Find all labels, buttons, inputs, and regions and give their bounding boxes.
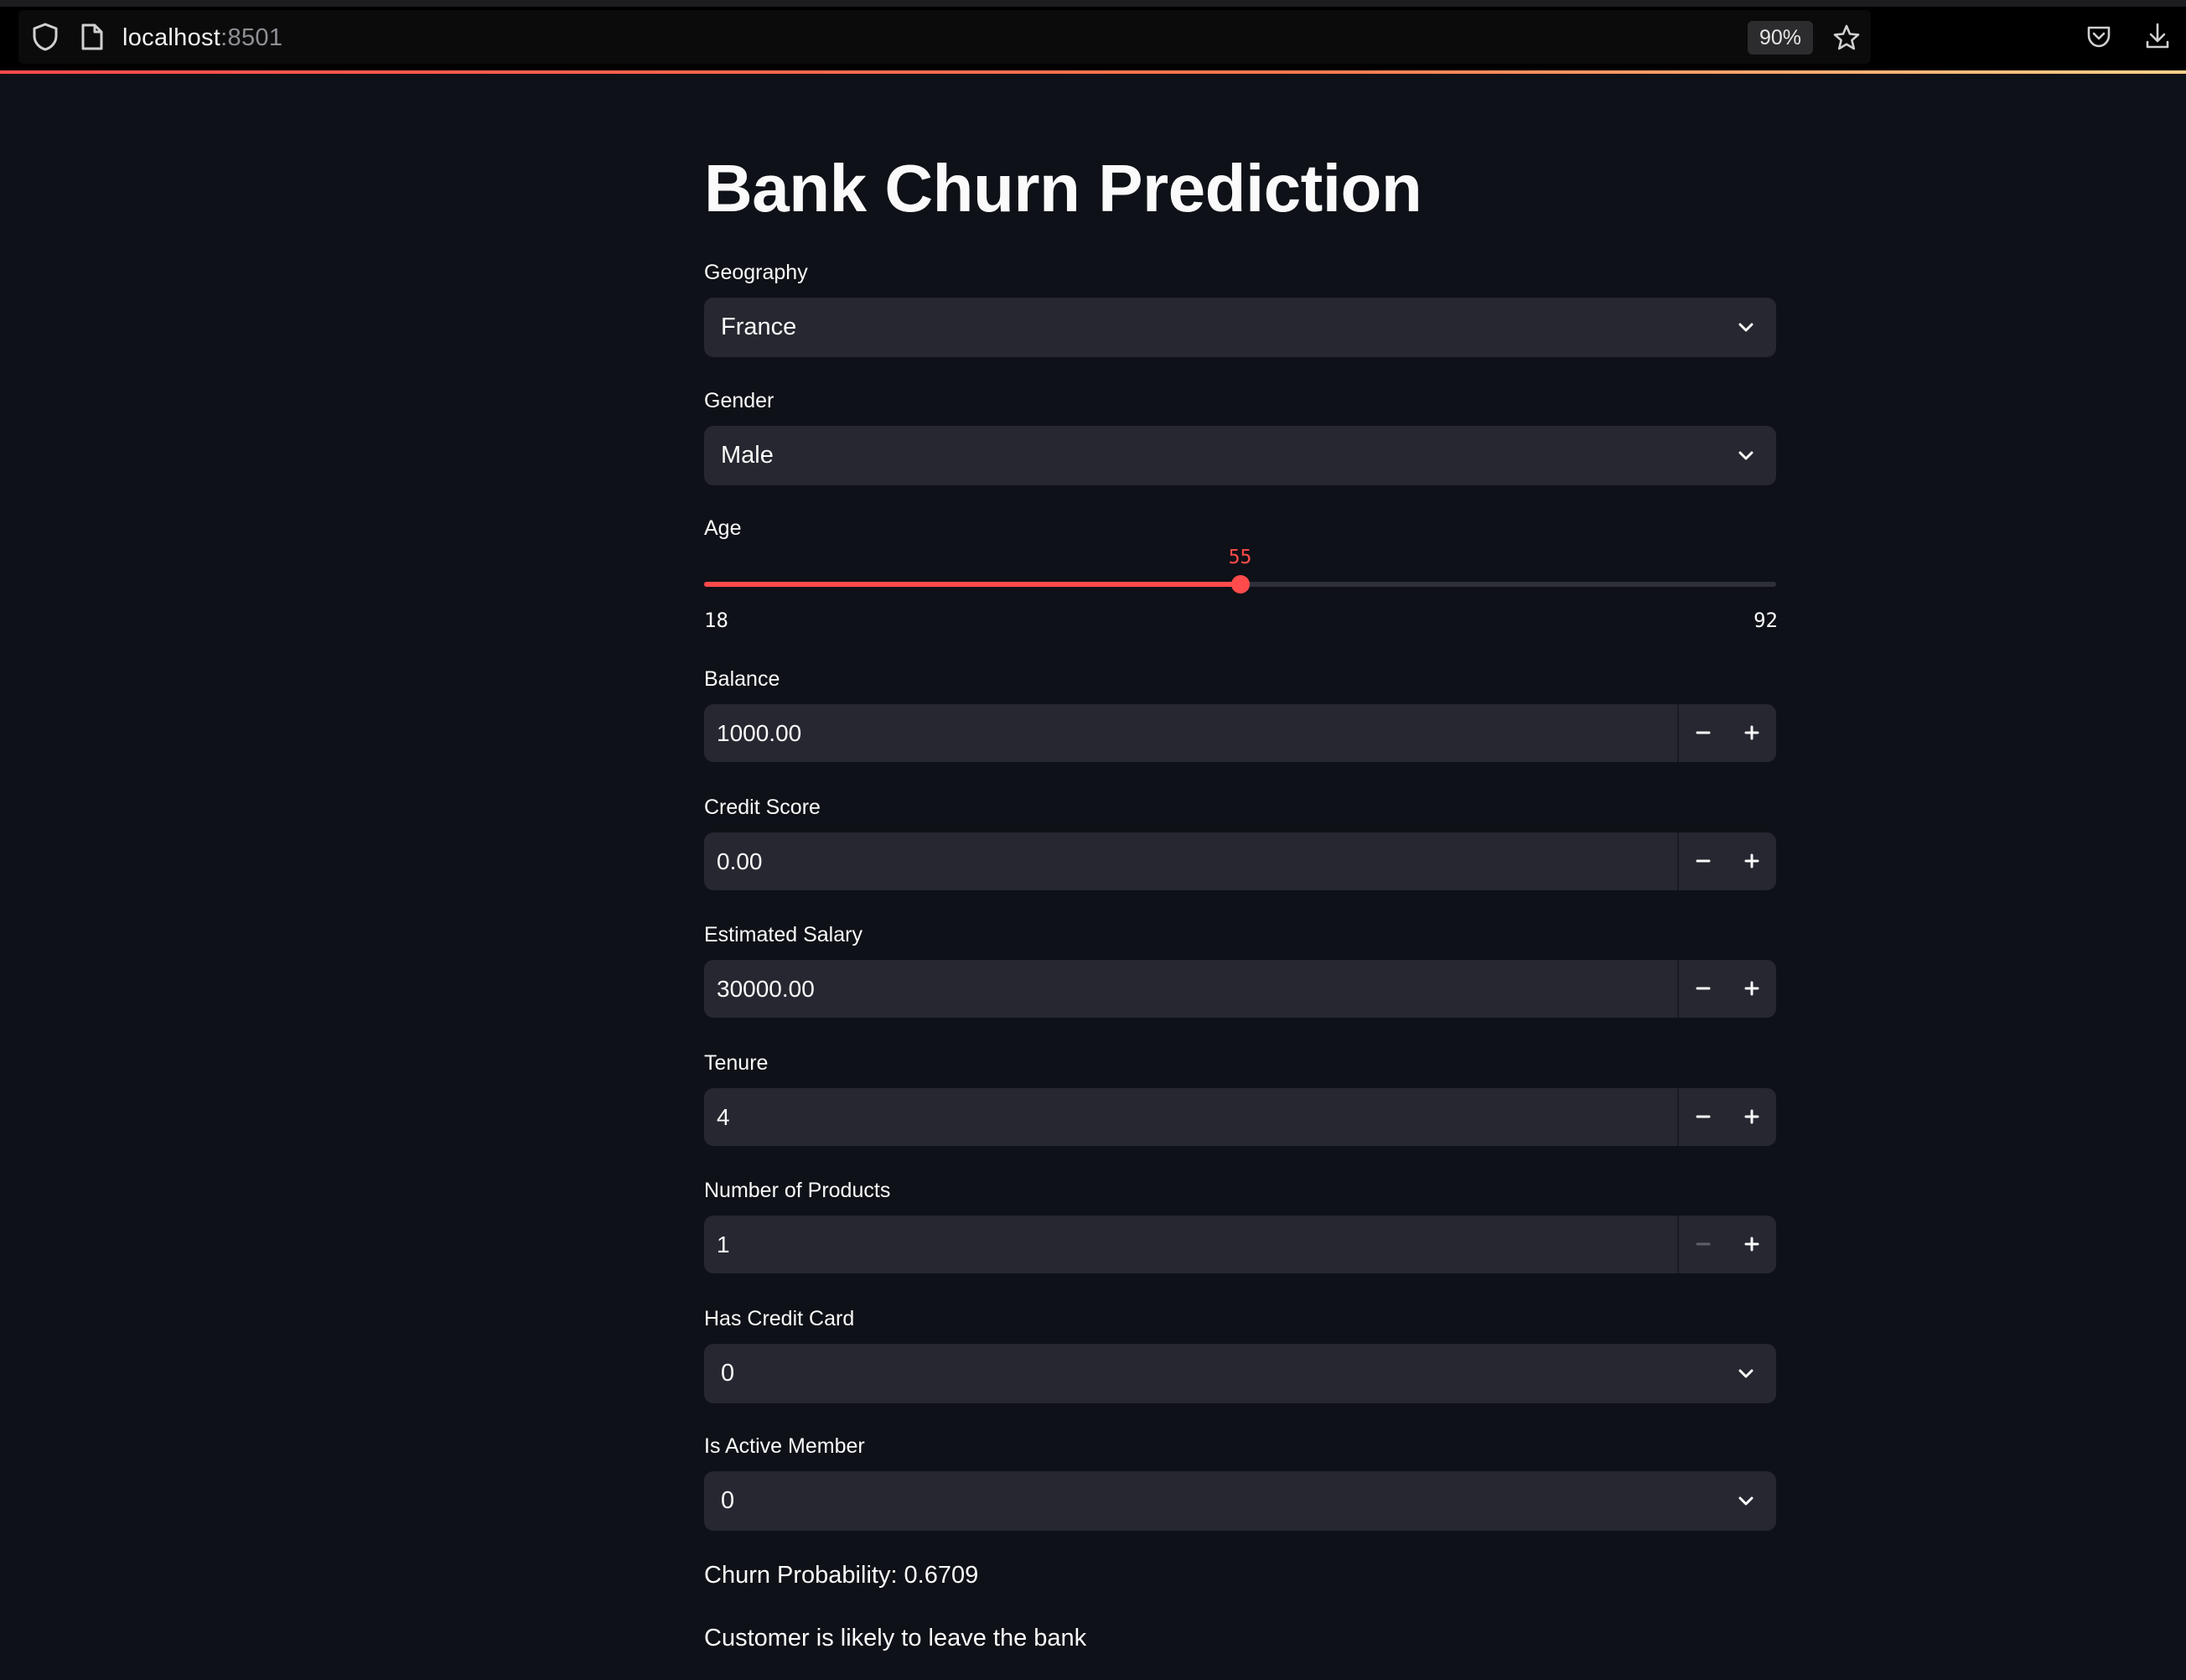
num-products-value: 1 — [717, 1231, 730, 1257]
address-bar[interactable] — [18, 10, 1871, 64]
plus-icon — [1744, 725, 1759, 740]
geography-select[interactable]: France — [704, 298, 1776, 357]
tenure-label: Tenure — [704, 1051, 769, 1075]
gender-value: Male — [721, 442, 774, 469]
age-label: Age — [704, 516, 742, 540]
tab-strip-edge — [0, 0, 2186, 7]
estimated-salary-increment-button[interactable] — [1728, 960, 1776, 1018]
churn-probability-text: Churn Probability: 0.6709 — [704, 1562, 979, 1589]
age-slider[interactable] — [704, 575, 1776, 594]
geography-value: France — [721, 314, 797, 340]
app-accent-bar — [0, 70, 2186, 74]
estimated-salary-input[interactable]: 30000.00 — [704, 960, 1776, 1018]
url-port: :8501 — [220, 24, 283, 51]
credit-score-input[interactable]: 0.00 — [704, 832, 1776, 890]
chevron-down-icon — [1738, 323, 1753, 332]
star-icon[interactable] — [1832, 23, 1861, 52]
minus-icon — [1696, 859, 1711, 863]
balance-value: 1000.00 — [717, 720, 802, 746]
churn-verdict-text: Customer is likely to leave the bank — [704, 1625, 1087, 1651]
chevron-down-icon — [1738, 1369, 1753, 1378]
gender-select[interactable]: Male — [704, 426, 1776, 485]
balance-input[interactable]: 1000.00 — [704, 704, 1776, 762]
chevron-down-icon — [1738, 451, 1753, 460]
plus-icon — [1744, 981, 1759, 996]
is-active-member-label: Is Active Member — [704, 1434, 865, 1458]
age-slider-min: 18 — [704, 609, 728, 632]
chevron-down-icon — [1738, 1496, 1753, 1506]
balance-decrement-button[interactable] — [1677, 704, 1728, 762]
credit-score-value: 0.00 — [717, 848, 763, 874]
tenure-decrement-button[interactable] — [1677, 1088, 1728, 1146]
credit-score-increment-button[interactable] — [1728, 832, 1776, 890]
shield-icon[interactable] — [32, 23, 59, 51]
has-credit-card-value: 0 — [721, 1360, 735, 1387]
estimated-salary-decrement-button[interactable] — [1677, 960, 1728, 1018]
download-icon[interactable] — [2144, 22, 2171, 50]
num-products-increment-button[interactable] — [1728, 1216, 1776, 1273]
url-text[interactable]: localhost:8501 — [122, 25, 282, 50]
tenure-input[interactable]: 4 — [704, 1088, 1776, 1146]
age-slider-value: 55 — [1228, 547, 1252, 568]
zoom-level-badge[interactable]: 90% — [1748, 21, 1813, 54]
geography-label: Geography — [704, 261, 808, 284]
credit-score-label: Credit Score — [704, 796, 821, 819]
url-host: localhost — [122, 24, 221, 51]
page-icon — [81, 23, 103, 50]
tenure-value: 4 — [717, 1104, 730, 1130]
balance-label: Balance — [704, 667, 780, 691]
is-active-member-select[interactable]: 0 — [704, 1471, 1776, 1531]
pocket-icon[interactable] — [2085, 23, 2112, 50]
minus-icon — [1696, 1242, 1711, 1246]
num-products-input[interactable]: 1 — [704, 1216, 1776, 1273]
age-slider-fill — [704, 582, 1241, 587]
age-slider-max: 92 — [1753, 609, 1778, 632]
page-title: Bank Churn Prediction — [704, 151, 1422, 226]
num-products-decrement-button[interactable] — [1677, 1216, 1728, 1273]
tenure-increment-button[interactable] — [1728, 1088, 1776, 1146]
gender-label: Gender — [704, 389, 774, 412]
has-credit-card-select[interactable]: 0 — [704, 1344, 1776, 1403]
estimated-salary-label: Estimated Salary — [704, 923, 862, 946]
credit-score-decrement-button[interactable] — [1677, 832, 1728, 890]
age-slider-thumb[interactable] — [1230, 575, 1250, 594]
estimated-salary-value: 30000.00 — [717, 976, 815, 1002]
browser-toolbar: localhost:8501 90% — [0, 0, 2186, 74]
is-active-member-value: 0 — [721, 1487, 735, 1514]
has-credit-card-label: Has Credit Card — [704, 1307, 855, 1330]
minus-icon — [1696, 987, 1711, 990]
minus-icon — [1696, 731, 1711, 734]
plus-icon — [1744, 1237, 1759, 1252]
balance-increment-button[interactable] — [1728, 704, 1776, 762]
num-products-label: Number of Products — [704, 1179, 891, 1202]
minus-icon — [1696, 1115, 1711, 1118]
plus-icon — [1744, 853, 1759, 869]
plus-icon — [1744, 1109, 1759, 1124]
